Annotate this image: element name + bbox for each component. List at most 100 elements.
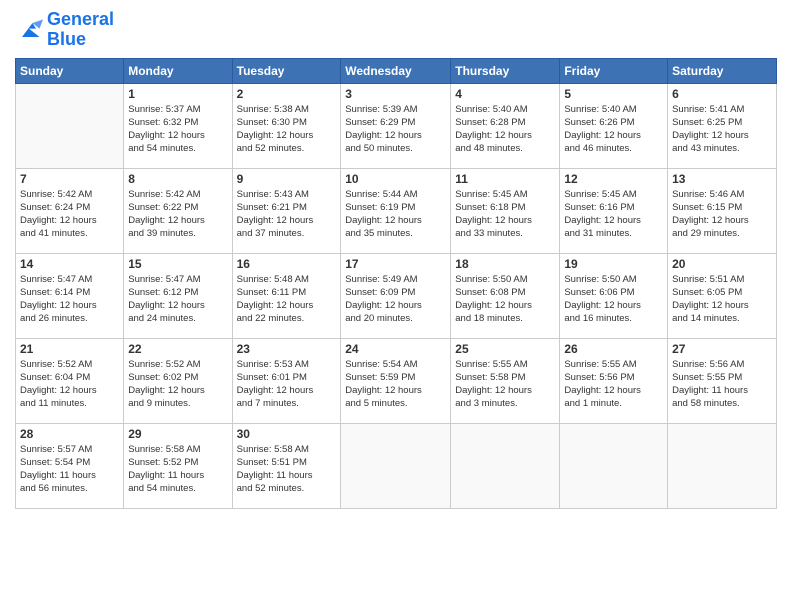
day-info: Sunrise: 5:52 AMSunset: 6:04 PMDaylight:…	[20, 358, 119, 411]
day-info: Sunrise: 5:46 AMSunset: 6:15 PMDaylight:…	[672, 188, 772, 241]
calendar-cell: 3Sunrise: 5:39 AMSunset: 6:29 PMDaylight…	[341, 83, 451, 168]
day-number: 16	[237, 257, 337, 271]
calendar-cell: 28 Sunrise: 5:57 AMSunset: 5:54 PMDayligh…	[16, 423, 124, 508]
day-info: Sunrise: 5:55 AMSunset: 5:56 PMDaylight:…	[564, 358, 663, 411]
calendar-cell: 4 Sunrise: 5:40 AMSunset: 6:28 PMDaylight…	[451, 83, 560, 168]
day-info: Sunrise: 5:54 AMSunset: 5:59 PMDaylight:…	[345, 358, 446, 411]
day-info: Sunrise: 5:43 AMSunset: 6:21 PMDaylight:…	[237, 188, 337, 241]
day-header-tuesday: Tuesday	[232, 58, 341, 83]
day-number: 3	[345, 87, 446, 101]
day-info: Sunrise: 5:49 AMSunset: 6:09 PMDaylight:…	[345, 273, 446, 326]
day-number: 24	[345, 342, 446, 356]
calendar-cell: 24 Sunrise: 5:54 AMSunset: 5:59 PMDayligh…	[341, 338, 451, 423]
calendar-week-4: 21 Sunrise: 5:52 AMSunset: 6:04 PMDayligh…	[16, 338, 777, 423]
calendar-cell: 16 Sunrise: 5:48 AMSunset: 6:11 PMDayligh…	[232, 253, 341, 338]
calendar-cell: 10Sunrise: 5:44 AMSunset: 6:19 PMDayligh…	[341, 168, 451, 253]
calendar-week-2: 7 Sunrise: 5:42 AMSunset: 6:24 PMDaylight…	[16, 168, 777, 253]
day-header-friday: Friday	[560, 58, 668, 83]
day-number: 28	[20, 427, 119, 441]
day-header-wednesday: Wednesday	[341, 58, 451, 83]
day-number: 9	[237, 172, 337, 186]
calendar-cell: 7 Sunrise: 5:42 AMSunset: 6:24 PMDaylight…	[16, 168, 124, 253]
day-number: 1	[128, 87, 227, 101]
day-number: 7	[20, 172, 119, 186]
calendar-header-row: SundayMondayTuesdayWednesdayThursdayFrid…	[16, 58, 777, 83]
calendar-cell: 17 Sunrise: 5:49 AMSunset: 6:09 PMDayligh…	[341, 253, 451, 338]
calendar-cell: 9 Sunrise: 5:43 AMSunset: 6:21 PMDaylight…	[232, 168, 341, 253]
page-container: General Blue SundayMondayTuesdayWednesda…	[0, 0, 792, 519]
calendar-cell: 18 Sunrise: 5:50 AMSunset: 6:08 PMDayligh…	[451, 253, 560, 338]
day-info: Sunrise: 5:45 AMSunset: 6:16 PMDaylight:…	[564, 188, 663, 241]
day-info: Sunrise: 5:40 AMSunset: 6:28 PMDaylight:…	[455, 103, 555, 156]
day-number: 25	[455, 342, 555, 356]
day-number: 13	[672, 172, 772, 186]
day-number: 5	[564, 87, 663, 101]
day-header-thursday: Thursday	[451, 58, 560, 83]
day-info: Sunrise: 5:50 AMSunset: 6:06 PMDaylight:…	[564, 273, 663, 326]
day-info: Sunrise: 5:57 AMSunset: 5:54 PMDaylight:…	[20, 443, 119, 496]
calendar-cell: 11Sunrise: 5:45 AMSunset: 6:18 PMDayligh…	[451, 168, 560, 253]
day-number: 10	[345, 172, 446, 186]
calendar-cell: 26 Sunrise: 5:55 AMSunset: 5:56 PMDayligh…	[560, 338, 668, 423]
calendar-cell: 2 Sunrise: 5:38 AMSunset: 6:30 PMDaylight…	[232, 83, 341, 168]
header: General Blue	[15, 10, 777, 50]
day-info: Sunrise: 5:40 AMSunset: 6:26 PMDaylight:…	[564, 103, 663, 156]
logo-general: General	[47, 9, 114, 29]
day-number: 4	[455, 87, 555, 101]
day-number: 22	[128, 342, 227, 356]
day-number: 29	[128, 427, 227, 441]
calendar-cell: 23 Sunrise: 5:53 AMSunset: 6:01 PMDayligh…	[232, 338, 341, 423]
calendar-cell: 12 Sunrise: 5:45 AMSunset: 6:16 PMDayligh…	[560, 168, 668, 253]
calendar-cell: 29Sunrise: 5:58 AMSunset: 5:52 PMDayligh…	[124, 423, 232, 508]
calendar-cell: 19Sunrise: 5:50 AMSunset: 6:06 PMDayligh…	[560, 253, 668, 338]
calendar-week-3: 14Sunrise: 5:47 AMSunset: 6:14 PMDayligh…	[16, 253, 777, 338]
calendar-cell: 14Sunrise: 5:47 AMSunset: 6:14 PMDayligh…	[16, 253, 124, 338]
calendar-cell	[560, 423, 668, 508]
day-number: 20	[672, 257, 772, 271]
day-header-monday: Monday	[124, 58, 232, 83]
day-info: Sunrise: 5:37 AMSunset: 6:32 PMDaylight:…	[128, 103, 227, 156]
calendar-cell	[16, 83, 124, 168]
calendar-cell: 22 Sunrise: 5:52 AMSunset: 6:02 PMDayligh…	[124, 338, 232, 423]
day-info: Sunrise: 5:48 AMSunset: 6:11 PMDaylight:…	[237, 273, 337, 326]
day-info: Sunrise: 5:47 AMSunset: 6:14 PMDaylight:…	[20, 273, 119, 326]
day-info: Sunrise: 5:56 AMSunset: 5:55 PMDaylight:…	[672, 358, 772, 411]
calendar-cell: 6Sunrise: 5:41 AMSunset: 6:25 PMDaylight…	[668, 83, 777, 168]
logo-text: General Blue	[47, 10, 114, 50]
day-info: Sunrise: 5:47 AMSunset: 6:12 PMDaylight:…	[128, 273, 227, 326]
day-info: Sunrise: 5:42 AMSunset: 6:22 PMDaylight:…	[128, 188, 227, 241]
day-number: 6	[672, 87, 772, 101]
day-info: Sunrise: 5:53 AMSunset: 6:01 PMDaylight:…	[237, 358, 337, 411]
logo: General Blue	[15, 10, 114, 50]
day-number: 21	[20, 342, 119, 356]
day-info: Sunrise: 5:50 AMSunset: 6:08 PMDaylight:…	[455, 273, 555, 326]
day-info: Sunrise: 5:51 AMSunset: 6:05 PMDaylight:…	[672, 273, 772, 326]
day-info: Sunrise: 5:38 AMSunset: 6:30 PMDaylight:…	[237, 103, 337, 156]
day-number: 18	[455, 257, 555, 271]
calendar-cell: 8 Sunrise: 5:42 AMSunset: 6:22 PMDaylight…	[124, 168, 232, 253]
calendar-cell: 30Sunrise: 5:58 AMSunset: 5:51 PMDayligh…	[232, 423, 341, 508]
day-info: Sunrise: 5:42 AMSunset: 6:24 PMDaylight:…	[20, 188, 119, 241]
day-header-sunday: Sunday	[16, 58, 124, 83]
logo-blue: Blue	[47, 29, 86, 49]
calendar-cell: 25 Sunrise: 5:55 AMSunset: 5:58 PMDayligh…	[451, 338, 560, 423]
day-number: 12	[564, 172, 663, 186]
day-number: 27	[672, 342, 772, 356]
day-number: 8	[128, 172, 227, 186]
calendar-cell	[451, 423, 560, 508]
calendar-cell: 21 Sunrise: 5:52 AMSunset: 6:04 PMDayligh…	[16, 338, 124, 423]
day-info: Sunrise: 5:55 AMSunset: 5:58 PMDaylight:…	[455, 358, 555, 411]
calendar-week-1: 1 Sunrise: 5:37 AMSunset: 6:32 PMDaylight…	[16, 83, 777, 168]
calendar-cell: 13 Sunrise: 5:46 AMSunset: 6:15 PMDayligh…	[668, 168, 777, 253]
day-info: Sunrise: 5:52 AMSunset: 6:02 PMDaylight:…	[128, 358, 227, 411]
calendar-cell: 27 Sunrise: 5:56 AMSunset: 5:55 PMDayligh…	[668, 338, 777, 423]
calendar-cell	[341, 423, 451, 508]
day-number: 17	[345, 257, 446, 271]
day-number: 26	[564, 342, 663, 356]
calendar-cell: 1 Sunrise: 5:37 AMSunset: 6:32 PMDaylight…	[124, 83, 232, 168]
calendar-week-5: 28 Sunrise: 5:57 AMSunset: 5:54 PMDayligh…	[16, 423, 777, 508]
day-number: 23	[237, 342, 337, 356]
day-number: 15	[128, 257, 227, 271]
day-number: 2	[237, 87, 337, 101]
logo-icon	[15, 16, 43, 44]
